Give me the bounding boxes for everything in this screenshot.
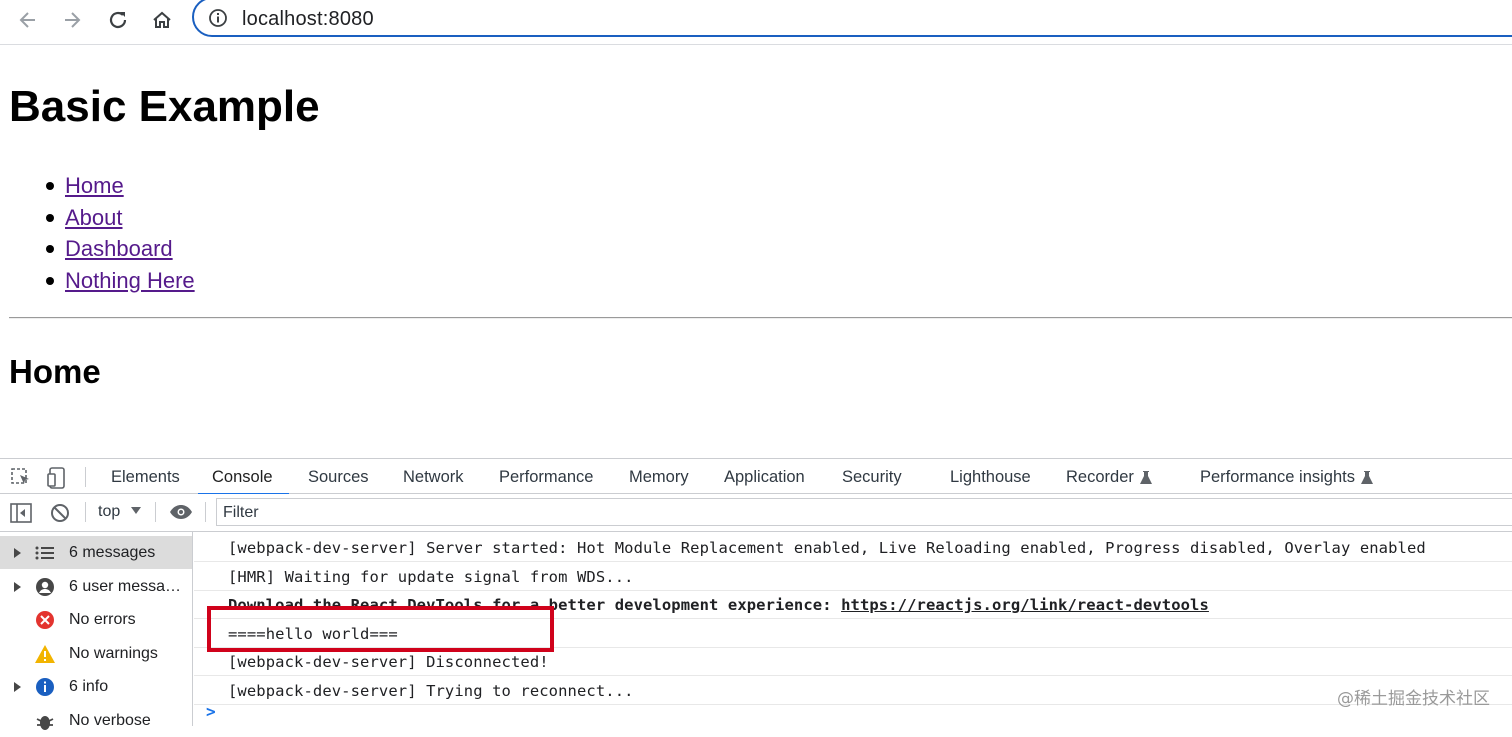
back-button[interactable]: [14, 6, 42, 34]
nav-link-home[interactable]: Home: [65, 173, 124, 198]
expand-arrow-icon[interactable]: [14, 682, 21, 692]
nav-list: Home About Dashboard Nothing Here: [9, 170, 195, 296]
tab-application[interactable]: Application: [724, 459, 805, 494]
arrow-left-icon: [19, 12, 35, 28]
tab-console[interactable]: Console: [198, 459, 288, 495]
console-prompt-icon[interactable]: >: [206, 702, 216, 721]
info-icon: [36, 678, 54, 696]
eye-icon[interactable]: [169, 504, 193, 520]
tab-memory[interactable]: Memory: [629, 459, 689, 494]
tab-performance[interactable]: Performance: [499, 459, 593, 494]
flask-icon: [1139, 470, 1152, 484]
home-button[interactable]: [148, 6, 176, 34]
list-icon: [35, 546, 54, 560]
separator: [85, 467, 86, 487]
separator: [205, 502, 206, 522]
tab-performance-insights[interactable]: Performance insights: [1200, 459, 1373, 494]
console-toolbar: top Filter: [0, 494, 1512, 532]
sidebar-item-label: No verbose: [69, 712, 151, 729]
error-icon: [36, 611, 54, 629]
console-message: [webpack-dev-server] Disconnected!: [194, 648, 1512, 676]
sidebar-toggle-icon[interactable]: [10, 503, 32, 523]
expand-arrow-icon[interactable]: [14, 548, 21, 558]
nav-item: Home: [9, 170, 195, 202]
tab-network[interactable]: Network: [403, 459, 464, 494]
page-title: Basic Example: [9, 82, 320, 131]
devtools-panel: Elements Console Sources Network Perform…: [0, 458, 1512, 730]
sidebar-item-errors[interactable]: No errors: [0, 603, 192, 636]
console-message-text: [webpack-dev-server] Disconnected!: [228, 653, 549, 671]
browser-toolbar: localhost:8080: [0, 0, 1512, 45]
tab-elements[interactable]: Elements: [111, 459, 180, 494]
nav-item: Dashboard: [9, 233, 195, 265]
console-message-text: [HMR] Waiting for update signal from WDS…: [228, 568, 634, 586]
sidebar-item-user-messages[interactable]: 6 user messa…: [0, 570, 192, 603]
sidebar-item-label: 6 messages: [69, 544, 156, 561]
sidebar-item-label: 6 user messa…: [69, 578, 182, 595]
console-message: [webpack-dev-server] Trying to reconnect…: [194, 677, 1512, 705]
filter-placeholder: Filter: [223, 504, 259, 521]
tab-sources[interactable]: Sources: [308, 459, 369, 494]
context-selector[interactable]: top: [98, 503, 120, 521]
reload-icon: [109, 11, 127, 29]
bug-icon: [36, 716, 54, 730]
address-bar[interactable]: localhost:8080: [192, 0, 1512, 37]
sidebar-item-warnings[interactable]: No warnings: [0, 637, 192, 670]
console-sidebar: 6 messages 6 user messa… No errors No wa…: [0, 532, 193, 730]
console-message: [HMR] Waiting for update signal from WDS…: [194, 563, 1512, 591]
arrow-right-icon: [65, 12, 81, 28]
sidebar-item-label: No warnings: [69, 645, 158, 662]
tab-security[interactable]: Security: [842, 459, 902, 494]
sidebar-item-verbose[interactable]: No verbose: [0, 704, 192, 737]
url-text[interactable]: localhost:8080: [242, 8, 374, 31]
tab-performance-insights-label: Performance insights: [1200, 468, 1355, 486]
nav-link-nothing-here[interactable]: Nothing Here: [65, 268, 195, 293]
nav-item: About: [9, 202, 195, 234]
separator: [85, 502, 86, 522]
separator: [155, 502, 156, 522]
console-message-text: [webpack-dev-server] Trying to reconnect…: [228, 682, 634, 700]
device-toolbar-icon[interactable]: [46, 467, 68, 489]
sidebar-item-label: 6 info: [69, 678, 109, 695]
section-title: Home: [9, 353, 101, 390]
console-message-text: [webpack-dev-server] Server started: Hot…: [228, 539, 1426, 557]
sidebar-item-messages[interactable]: 6 messages: [0, 536, 192, 569]
react-devtools-link[interactable]: https://reactjs.org/link/react-devtools: [841, 596, 1209, 614]
clear-console-icon[interactable]: [50, 503, 70, 523]
tab-recorder[interactable]: Recorder: [1066, 459, 1152, 494]
sidebar-item-info[interactable]: 6 info: [0, 670, 192, 703]
watermark: @稀土掘金技术社区: [1337, 689, 1490, 709]
chevron-down-icon[interactable]: [131, 507, 141, 514]
sidebar-item-label: No errors: [69, 611, 136, 628]
tab-recorder-label: Recorder: [1066, 468, 1134, 486]
nav-link-dashboard[interactable]: Dashboard: [65, 236, 173, 261]
filter-input[interactable]: Filter: [216, 498, 1512, 526]
devtools-tab-bar: Elements Console Sources Network Perform…: [0, 458, 1512, 495]
info-icon[interactable]: [208, 8, 228, 28]
console-message: [webpack-dev-server] Server started: Hot…: [194, 534, 1512, 562]
reload-button[interactable]: [104, 6, 132, 34]
tab-lighthouse[interactable]: Lighthouse: [950, 459, 1031, 494]
highlight-box: [207, 606, 554, 652]
home-icon: [153, 11, 171, 28]
user-icon: [36, 578, 54, 596]
flask-icon: [1361, 470, 1373, 484]
nav-item: Nothing Here: [9, 265, 195, 297]
expand-arrow-icon[interactable]: [14, 582, 21, 592]
inspect-element-icon[interactable]: [10, 467, 32, 487]
forward-button[interactable]: [58, 6, 86, 34]
warning-icon: [35, 645, 55, 663]
nav-link-about[interactable]: About: [65, 205, 123, 230]
divider: [9, 317, 1512, 319]
